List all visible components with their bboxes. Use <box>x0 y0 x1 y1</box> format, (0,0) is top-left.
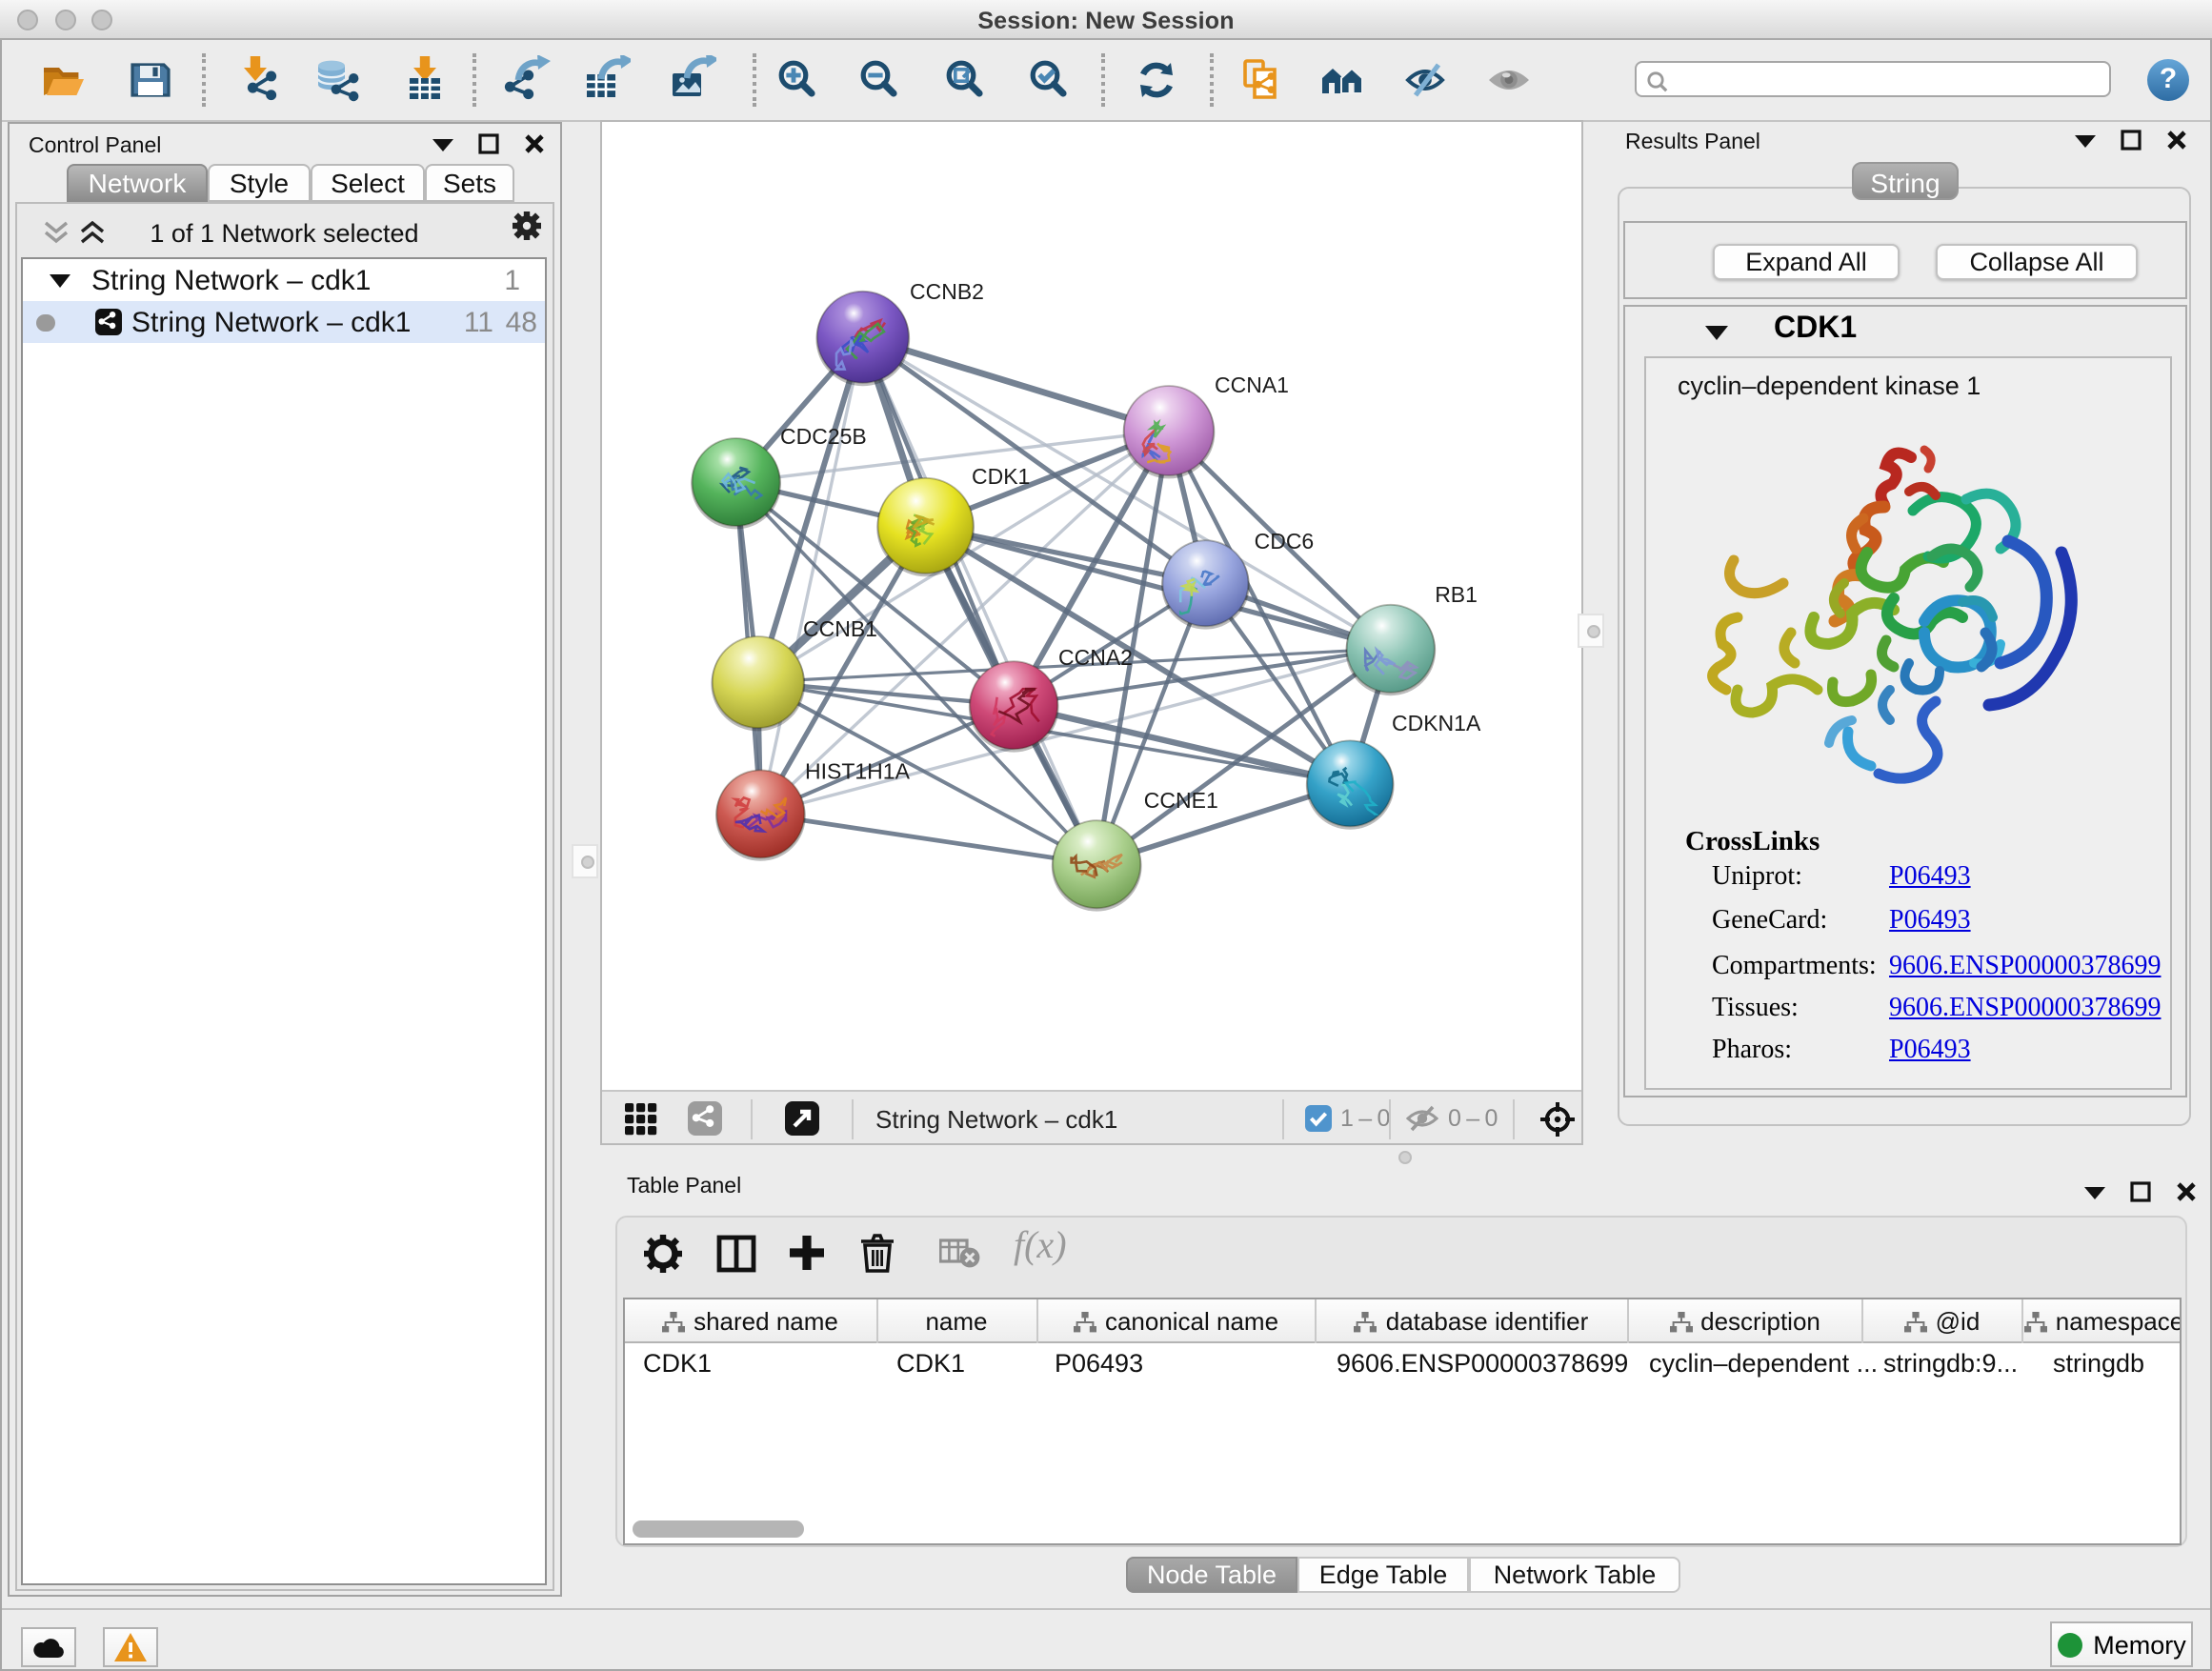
svg-text:HIST1H1A: HIST1H1A <box>804 759 910 784</box>
svg-text:CDK1: CDK1 <box>971 464 1029 489</box>
svg-text:CCNA2: CCNA2 <box>1057 645 1132 670</box>
svg-text:CDKN1A: CDKN1A <box>1391 711 1480 735</box>
svg-text:CCNE1: CCNE1 <box>1143 788 1217 813</box>
svg-text:CDC6: CDC6 <box>1254 529 1314 554</box>
svg-text:CCNB1: CCNB1 <box>802 616 876 641</box>
svg-text:CDC25B: CDC25B <box>779 424 866 449</box>
svg-text:CCNB2: CCNB2 <box>909 279 983 304</box>
svg-text:CCNA1: CCNA1 <box>1214 372 1288 397</box>
svg-text:RB1: RB1 <box>1434 582 1477 607</box>
